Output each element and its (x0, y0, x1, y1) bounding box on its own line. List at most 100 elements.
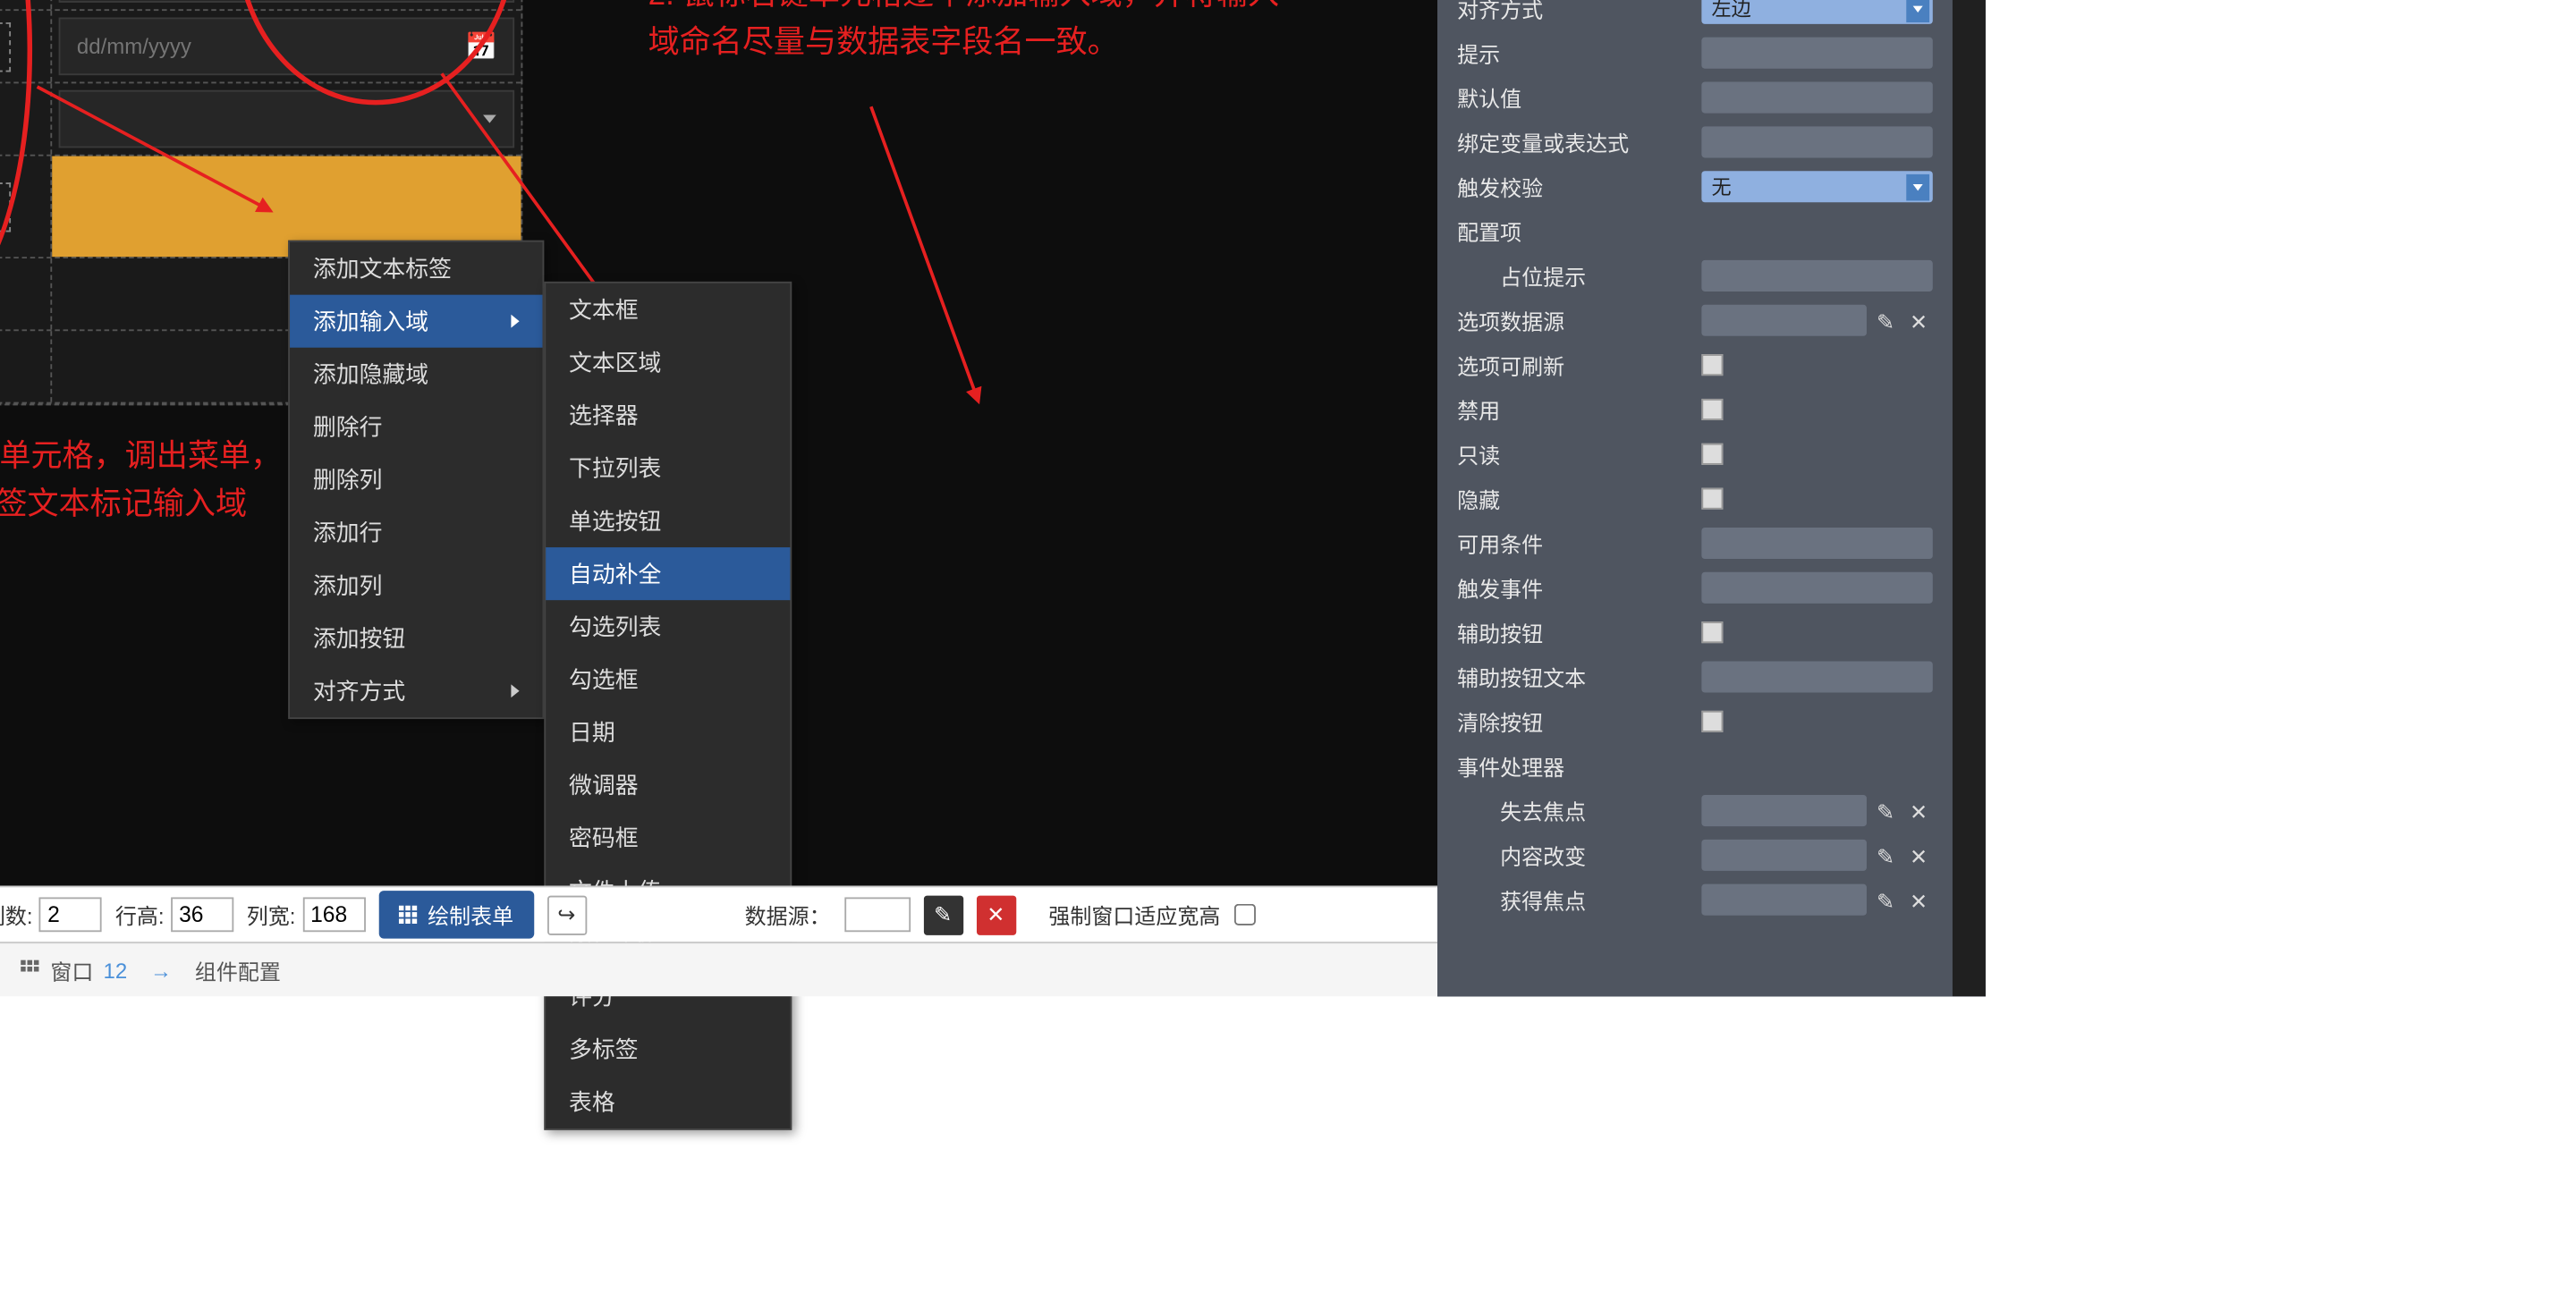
ctx-add-row[interactable]: 添加行 (290, 506, 542, 559)
force-window-checkbox[interactable] (1233, 904, 1255, 925)
prop-label: 占位提示 (1457, 260, 1701, 292)
col-width-input[interactable] (302, 897, 365, 932)
prop-row: 辅助按钮 (1437, 610, 1953, 655)
form-label-cell[interactable]: 家庭住址 (0, 156, 52, 258)
prop-row: 占位提示 (1437, 254, 1953, 299)
prop-label: 清除按钮 (1457, 706, 1701, 737)
prop-checkbox[interactable] (1701, 399, 1723, 420)
prop-checkbox[interactable] (1701, 444, 1723, 465)
prop-select[interactable]: 无 (1701, 171, 1932, 202)
prop-input[interactable] (1701, 795, 1867, 826)
prop-label: 辅助按钮 (1457, 617, 1701, 648)
delete-icon[interactable]: ✕ (1910, 308, 1933, 332)
form-field-cell[interactable] (52, 0, 521, 9)
annotation-arrow (869, 106, 979, 402)
breadcrumb-window[interactable]: 窗口 12 (21, 954, 127, 985)
ctx-dropdown[interactable]: 下拉列表 (546, 442, 790, 494)
prop-input[interactable] (1701, 260, 1932, 292)
prop-input[interactable] (1701, 661, 1932, 692)
datasource-input[interactable] (843, 897, 910, 932)
delete-datasource-button[interactable]: ✕ (976, 895, 1015, 934)
ctx-date[interactable]: 日期 (546, 706, 790, 758)
prop-row: 触发校验无 (1437, 165, 1953, 209)
prop-row: 触发事件 (1437, 565, 1953, 610)
prop-checkbox[interactable] (1701, 488, 1723, 510)
prop-checkbox[interactable] (1701, 621, 1723, 643)
datasource-label: 数据源： (745, 899, 831, 930)
prop-row: 对齐方式左边 (1437, 0, 1953, 30)
draw-form-button[interactable]: 绘制表单 (378, 891, 534, 939)
prop-label: 对齐方式 (1457, 0, 1701, 24)
properties-panel: 📌 输入域设置 address 类型textarea数据类型字符串数据格式化对齐… (1437, 0, 1953, 996)
ctx-autocomplete[interactable]: 自动补全 (546, 547, 790, 600)
prop-row: 配置项 (1437, 209, 1953, 254)
edit-icon[interactable]: ✎ (1877, 308, 1900, 332)
prop-row: 内容改变✎✕ (1437, 832, 1953, 877)
prop-row: 获得焦点✎✕ (1437, 877, 1953, 922)
edit-datasource-button[interactable]: ✎ (923, 895, 962, 934)
calendar-icon[interactable]: 📅 (465, 30, 498, 63)
delete-icon[interactable]: ✕ (1910, 799, 1933, 823)
ctx-tags[interactable]: 多标签 (546, 1023, 790, 1076)
ctx-checklist[interactable]: 勾选列表 (546, 600, 790, 653)
birthdate-input[interactable] (59, 18, 514, 76)
prop-select[interactable]: 左边 (1701, 0, 1932, 24)
ctx-radio[interactable]: 单选按钮 (546, 494, 790, 547)
annotation-text-1: 1. 鼠标右键单元格，调出菜单，逐个添加标签文本标记输入域名。 (0, 435, 285, 577)
form-field-cell[interactable]: 📅 (52, 11, 521, 81)
ctx-checkbox[interactable]: 勾选框 (546, 653, 790, 706)
origin-select[interactable] (59, 90, 514, 148)
prop-input[interactable] (1701, 126, 1932, 157)
ctx-add-input[interactable]: 添加输入域 (290, 295, 542, 348)
ctx-spinner[interactable]: 微调器 (546, 758, 790, 811)
prop-label: 配置项 (1457, 216, 1701, 247)
force-window-label: 强制窗口适应宽高 (1048, 899, 1220, 930)
prop-row: 可用条件 (1437, 521, 1953, 566)
prop-row: 禁用 (1437, 387, 1953, 432)
prop-input[interactable] (1701, 572, 1932, 604)
ctx-align[interactable]: 对齐方式 (290, 664, 542, 717)
edit-icon[interactable]: ✎ (1877, 799, 1900, 823)
form-label-cell[interactable]: 性别 (0, 0, 52, 9)
delete-icon[interactable]: ✕ (1910, 843, 1933, 866)
prop-input[interactable] (1701, 528, 1932, 559)
delete-icon[interactable]: ✕ (1910, 888, 1933, 911)
prop-label: 触发校验 (1457, 171, 1701, 202)
prop-checkbox[interactable] (1701, 354, 1723, 376)
ctx-picker[interactable]: 选择器 (546, 389, 790, 442)
cols-input[interactable] (39, 897, 102, 932)
prop-row: 选项数据源✎✕ (1437, 298, 1953, 342)
prop-label: 触发事件 (1457, 572, 1701, 604)
ctx-textarea[interactable]: 文本区域 (546, 336, 790, 389)
prop-input[interactable] (1701, 840, 1867, 871)
prop-label: 辅助按钮文本 (1457, 661, 1701, 692)
ctx-del-row[interactable]: 删除行 (290, 401, 542, 453)
edit-icon[interactable]: ✎ (1877, 888, 1900, 911)
ctx-add-button[interactable]: 添加按钮 (290, 612, 542, 664)
edit-icon[interactable]: ✎ (1877, 843, 1900, 866)
prop-input[interactable] (1701, 884, 1867, 916)
ctx-password[interactable]: 密码框 (546, 811, 790, 864)
prop-row: 绑定变量或表达式 (1437, 120, 1953, 165)
context-menu: 添加文本标签 添加输入域 添加隐藏域 删除行 删除列 添加行 添加列 添加按钮 … (288, 241, 544, 719)
ctx-table[interactable]: 表格 (546, 1076, 790, 1128)
ctx-add-hidden[interactable]: 添加隐藏域 (290, 348, 542, 401)
prop-label: 事件处理器 (1457, 750, 1701, 782)
chevron-right-icon (511, 684, 519, 697)
form-label-cell[interactable]: 出生日期 (0, 11, 52, 81)
gender-select[interactable] (59, 0, 514, 3)
ctx-add-col[interactable]: 添加列 (290, 559, 542, 612)
ctx-del-col[interactable]: 删除列 (290, 453, 542, 506)
prop-input[interactable] (1701, 82, 1932, 114)
prop-input[interactable] (1701, 305, 1867, 336)
row-height-input[interactable] (171, 897, 233, 932)
form-field-cell[interactable] (52, 83, 521, 154)
right-gutter (1953, 0, 1986, 996)
ctx-text[interactable]: 文本框 (546, 283, 790, 336)
form-label-cell[interactable]: 籍贯 (0, 83, 52, 154)
prop-checkbox[interactable] (1701, 711, 1723, 732)
prop-input[interactable] (1701, 38, 1932, 69)
prop-label: 失去焦点 (1457, 795, 1701, 826)
redo-button[interactable]: ↪ (547, 895, 586, 934)
ctx-add-label[interactable]: 添加文本标签 (290, 242, 542, 295)
